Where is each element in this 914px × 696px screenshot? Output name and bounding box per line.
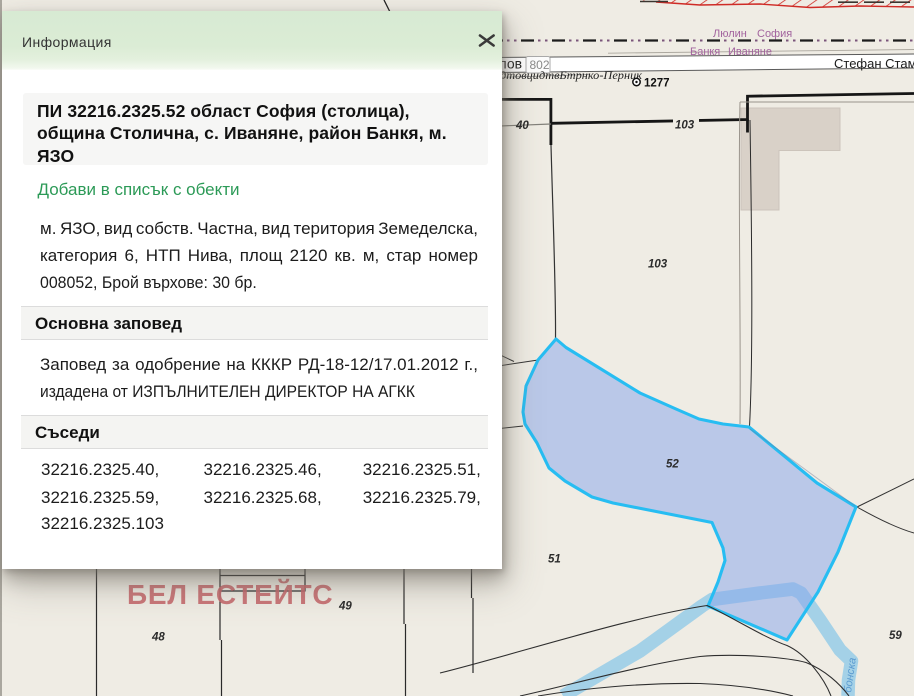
svg-text:София: София: [757, 28, 792, 40]
svg-text:52: 52: [666, 459, 679, 471]
svg-text:40: 40: [515, 120, 529, 132]
svg-text:1277: 1277: [644, 78, 670, 90]
svg-text:Люлин: Люлин: [713, 28, 747, 40]
svg-text:103: 103: [675, 120, 695, 132]
svg-text:Стефан Стамб: Стефан Стамб: [834, 56, 914, 71]
svg-text:51: 51: [548, 554, 561, 566]
svg-text:59: 59: [889, 630, 902, 642]
svg-text:одтовцидтвБтрнко-Перник: одтовцидтвБтрнко-Перник: [494, 70, 643, 82]
svg-text:БЕЛ ЕСТЕЙТС: БЕЛ ЕСТЕЙТС: [127, 578, 333, 610]
svg-text:103: 103: [648, 259, 668, 271]
svg-text:49: 49: [338, 601, 352, 613]
svg-text:48: 48: [151, 632, 165, 644]
